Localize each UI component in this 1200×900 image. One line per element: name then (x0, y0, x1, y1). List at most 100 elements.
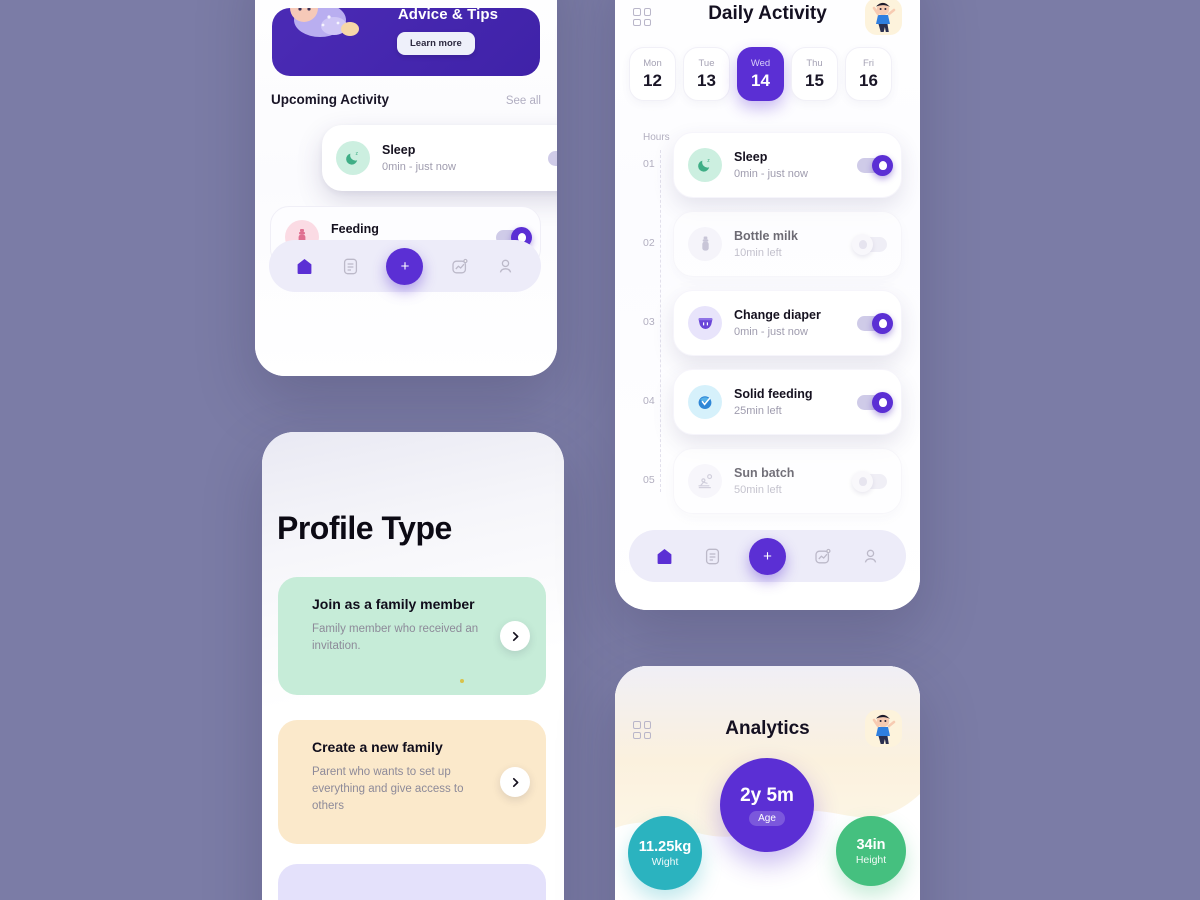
hour-tick-01: 01 (643, 158, 655, 170)
home-screen-card: Advice & Tips Learn more Upcoming Activi… (255, 0, 557, 376)
chevron-right-icon[interactable] (500, 767, 530, 797)
profile-option-third[interactable] (278, 864, 546, 900)
profile-type-body: Profile Type Join as a family member Fam… (262, 432, 564, 900)
activity-row-sun-batch[interactable]: Sun batch 50min left (673, 448, 902, 514)
day-name: Mon (643, 57, 662, 69)
page-title: Profile Type (277, 510, 452, 546)
plus-icon[interactable]: + (386, 247, 424, 285)
day-tue[interactable]: Tue 13 (683, 47, 730, 101)
analytics-body: Analytics 2y 5m Age 11.25kg Wight 34in H… (615, 666, 920, 900)
hours-timeline-line (660, 150, 661, 492)
baby-avatar[interactable] (865, 710, 902, 747)
sunbath-icon (688, 464, 722, 498)
metric-label: Age (749, 810, 785, 826)
profile-icon[interactable] (495, 255, 517, 277)
metric-age[interactable]: 2y 5m Age (720, 758, 814, 852)
chevron-right-icon[interactable] (500, 621, 530, 651)
day-name: Tue (698, 57, 715, 69)
decorative-dot (460, 679, 464, 683)
profile-icon[interactable] (859, 545, 881, 567)
activity-name: Sun batch (734, 466, 795, 481)
metric-value: 11.25kg (638, 838, 692, 855)
activity-text: Sun batch 50min left (734, 466, 857, 496)
bottle-icon (688, 227, 722, 261)
screen-canvas: Advice & Tips Learn more Upcoming Activi… (0, 0, 1200, 900)
activity-subtitle: 0min - just now (734, 167, 808, 180)
daily-activity-body: Daily Activity Mon 12 Tue 13 Wed 14 Thu … (615, 0, 920, 610)
bottom-navigation-bar: + (269, 240, 541, 292)
activity-name: Sleep (734, 150, 768, 165)
activity-toggle-sun-batch[interactable] (852, 470, 887, 492)
activity-subtitle: 25min left (734, 404, 782, 417)
baby-avatar[interactable] (865, 0, 902, 35)
sleeping-baby-illustration (290, 8, 359, 37)
hour-tick-04: 04 (643, 395, 655, 407)
activity-card-sleep[interactable]: z Sleep 0min - just now (322, 125, 557, 191)
activity-name: Sleep (382, 143, 416, 158)
activity-toggle-change-diaper[interactable] (857, 312, 893, 334)
profile-option-new-family[interactable]: Create a new family Parent who wants to … (278, 720, 546, 844)
analytics-card: Analytics 2y 5m Age 11.25kg Wight 34in H… (615, 666, 920, 900)
upcoming-activity-title: Upcoming Activity (271, 92, 390, 107)
see-all-link[interactable]: See all (506, 95, 541, 107)
metric-value: 34in (856, 836, 886, 853)
document-icon[interactable] (701, 545, 723, 567)
activity-name: Solid feeding (734, 387, 813, 402)
option-title: Join as a family member (312, 596, 475, 612)
day-number: 13 (697, 70, 716, 90)
metric-label: Wight (651, 855, 679, 868)
home-icon[interactable] (654, 545, 676, 567)
option-title: Create a new family (312, 739, 443, 755)
activity-name: Change diaper (734, 308, 821, 323)
home-screen-body: Advice & Tips Learn more Upcoming Activi… (255, 0, 557, 376)
learn-more-button[interactable]: Learn more (397, 32, 475, 55)
activity-subtitle: 0min - just now (382, 160, 456, 173)
metric-height[interactable]: 34in Height (836, 816, 906, 886)
upcoming-activity-header: Upcoming Activity See all (271, 92, 541, 107)
option-description: Parent who wants to set up everything an… (312, 766, 464, 812)
activity-row-sleep[interactable]: z Sleep 0min - just now (673, 132, 902, 198)
activity-name: Bottle milk (734, 229, 798, 244)
activity-subtitle: 50min left (734, 483, 782, 496)
activity-subtitle: 10min left (734, 246, 782, 259)
activity-row-change-diaper[interactable]: Change diaper 0min - just now (673, 290, 902, 356)
day-number: 15 (805, 70, 824, 90)
activity-toggle-sleep[interactable] (548, 150, 557, 166)
day-name: Fri (862, 57, 875, 69)
activity-row-solid-feeding[interactable]: Solid feeding 25min left (673, 369, 902, 435)
diaper-icon (688, 306, 722, 340)
day-name: Wed (750, 57, 771, 69)
day-thu[interactable]: Thu 15 (791, 47, 838, 101)
home-icon[interactable] (293, 255, 315, 277)
activity-toggle-solid-feeding[interactable] (857, 391, 893, 413)
hour-tick-03: 03 (643, 316, 655, 328)
advice-banner-title: Advice & Tips (397, 8, 499, 23)
day-wed-selected[interactable]: Wed 14 (737, 47, 784, 101)
svg-text:z: z (707, 158, 710, 164)
day-selector: Mon 12 Tue 13 Wed 14 Thu 15 Fri 16 (629, 47, 892, 101)
bottom-navigation-bar: + (629, 530, 906, 582)
activity-text: Solid feeding 25min left (734, 387, 857, 417)
document-icon[interactable] (340, 255, 362, 277)
day-mon[interactable]: Mon 12 (629, 47, 676, 101)
plus-icon[interactable]: + (748, 537, 786, 575)
activity-row-bottle-milk[interactable]: Bottle milk 10min left (673, 211, 902, 277)
activity-text: Change diaper 0min - just now (734, 308, 857, 338)
day-fri[interactable]: Fri 16 (845, 47, 892, 101)
activity-text: Bottle milk 10min left (734, 229, 857, 259)
moon-icon: z (688, 148, 722, 182)
activity-toggle-bottle-milk[interactable] (852, 233, 887, 255)
daily-activity-card: Daily Activity Mon 12 Tue 13 Wed 14 Thu … (615, 0, 920, 610)
activity-toggle-sleep[interactable] (857, 154, 893, 176)
option-description: Family member who received an invitation… (312, 623, 479, 652)
profile-option-family-member[interactable]: Join as a family member Family member wh… (278, 577, 546, 695)
day-name: Thu (806, 57, 823, 69)
analytics-icon[interactable] (812, 545, 834, 567)
metric-weight[interactable]: 11.25kg Wight (628, 816, 702, 890)
analytics-icon[interactable] (448, 255, 470, 277)
activity-text: Sleep 0min - just now (734, 150, 857, 180)
hour-tick-02: 02 (643, 237, 655, 249)
advice-tips-banner[interactable]: Advice & Tips Learn more (272, 8, 540, 76)
metric-value: 2y 5m (740, 784, 794, 806)
activity-text: Sleep 0min - just now (382, 143, 548, 173)
